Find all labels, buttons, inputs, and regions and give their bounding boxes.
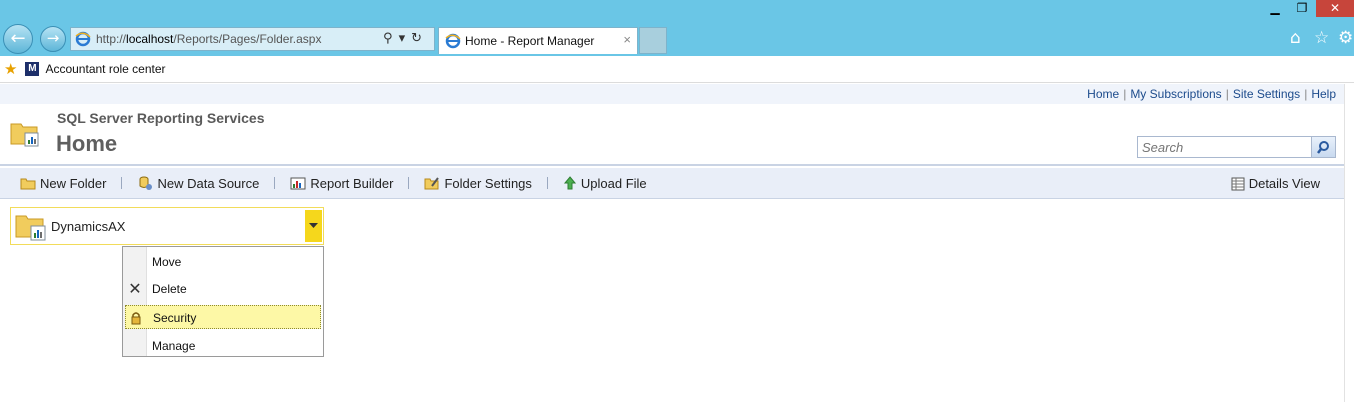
- forward-button[interactable]: →: [40, 26, 66, 52]
- chevron-down-icon: [309, 223, 318, 228]
- favorites-star-icon[interactable]: ☆: [1314, 28, 1329, 48]
- toolbar-separator: [408, 177, 410, 189]
- menu-item-delete[interactable]: ✕ Delete: [123, 277, 323, 301]
- toolbar: New Folder New Data Source Report Builde…: [0, 168, 1344, 199]
- folder-report-icon: [15, 215, 46, 241]
- new-tab-button[interactable]: [639, 27, 667, 54]
- upload-icon: [563, 176, 576, 190]
- tab-title: Home - Report Manager: [465, 34, 595, 48]
- search-button[interactable]: [1311, 136, 1336, 158]
- link-site-settings[interactable]: Site Settings: [1233, 87, 1300, 101]
- details-view-button[interactable]: Details View: [1231, 176, 1320, 191]
- page-header: SQL Server Reporting Services Home: [0, 104, 1344, 166]
- favorites-bar: ★ M Accountant role center: [0, 56, 1354, 83]
- address-tools[interactable]: ⚲▾↻: [383, 31, 428, 46]
- dynamics-logo-icon: M: [25, 62, 40, 76]
- report-builder-button[interactable]: Report Builder: [290, 175, 393, 191]
- arrow-left-icon: ←: [10, 28, 26, 49]
- ie-icon: [75, 31, 91, 47]
- gear-icon[interactable]: ⚙: [1338, 28, 1353, 48]
- arrow-right-icon: →: [46, 29, 60, 47]
- link-help[interactable]: Help: [1311, 87, 1336, 101]
- details-view-icon: [1231, 177, 1245, 190]
- app-name: SQL Server Reporting Services: [57, 110, 265, 126]
- restore-button[interactable]: ❐: [1289, 0, 1315, 17]
- home-icon[interactable]: ⌂: [1290, 28, 1301, 48]
- menu-item-manage[interactable]: Manage: [123, 334, 323, 358]
- close-icon: ✕: [128, 279, 142, 298]
- folder-menu-dropdown[interactable]: [305, 210, 322, 242]
- new-data-source-button[interactable]: New Data Source: [137, 175, 259, 191]
- folder-tile-dynamicsax[interactable]: DynamicsAX: [10, 207, 324, 245]
- browser-chrome: ← → http://localhost/Reports/Pages/Folde…: [0, 0, 1354, 56]
- search-input[interactable]: [1137, 136, 1312, 158]
- minimize-button[interactable]: ▁: [1262, 0, 1288, 17]
- link-my-subscriptions[interactable]: My Subscriptions: [1130, 87, 1221, 101]
- lock-icon: [131, 312, 141, 325]
- tab-close-icon[interactable]: ×: [623, 32, 631, 47]
- global-links: Home | My Subscriptions | Site Settings | Help: [0, 84, 1344, 104]
- search-icon: [1317, 141, 1329, 154]
- favorite-accountant-role-center[interactable]: Accountant role center: [45, 62, 165, 76]
- add-favorite-icon[interactable]: ★: [4, 60, 17, 78]
- folder-report-icon: [10, 123, 39, 147]
- folder-settings-button[interactable]: Folder Settings: [424, 175, 532, 191]
- upload-file-button[interactable]: Upload File: [563, 175, 647, 191]
- folder-name[interactable]: DynamicsAX: [51, 219, 125, 234]
- close-window-button[interactable]: ✕: [1316, 0, 1354, 17]
- toolbar-separator: [546, 177, 548, 189]
- menu-item-move[interactable]: Move: [123, 250, 323, 274]
- folder-settings-icon: [424, 177, 440, 190]
- address-bar[interactable]: http://localhost/Reports/Pages/Folder.as…: [70, 27, 435, 51]
- new-folder-button[interactable]: New Folder: [20, 176, 106, 191]
- ie-icon: [445, 33, 461, 49]
- toolbar-separator: [274, 177, 276, 189]
- toolbar-separator: [121, 177, 123, 189]
- folder-context-menu: Move ✕ Delete Security Manage: [122, 246, 324, 357]
- new-data-source-icon: [139, 176, 153, 190]
- page-title: Home: [56, 131, 118, 156]
- new-folder-icon: [20, 178, 36, 190]
- report-builder-icon: [290, 177, 306, 190]
- menu-item-security[interactable]: Security: [125, 305, 321, 329]
- vertical-scrollbar[interactable]: [1344, 84, 1354, 402]
- url-text: http://localhost/Reports/Pages/Folder.as…: [96, 32, 322, 46]
- back-button[interactable]: ←: [3, 24, 33, 54]
- tab-report-manager[interactable]: Home - Report Manager ×: [438, 27, 638, 54]
- link-home[interactable]: Home: [1087, 87, 1119, 101]
